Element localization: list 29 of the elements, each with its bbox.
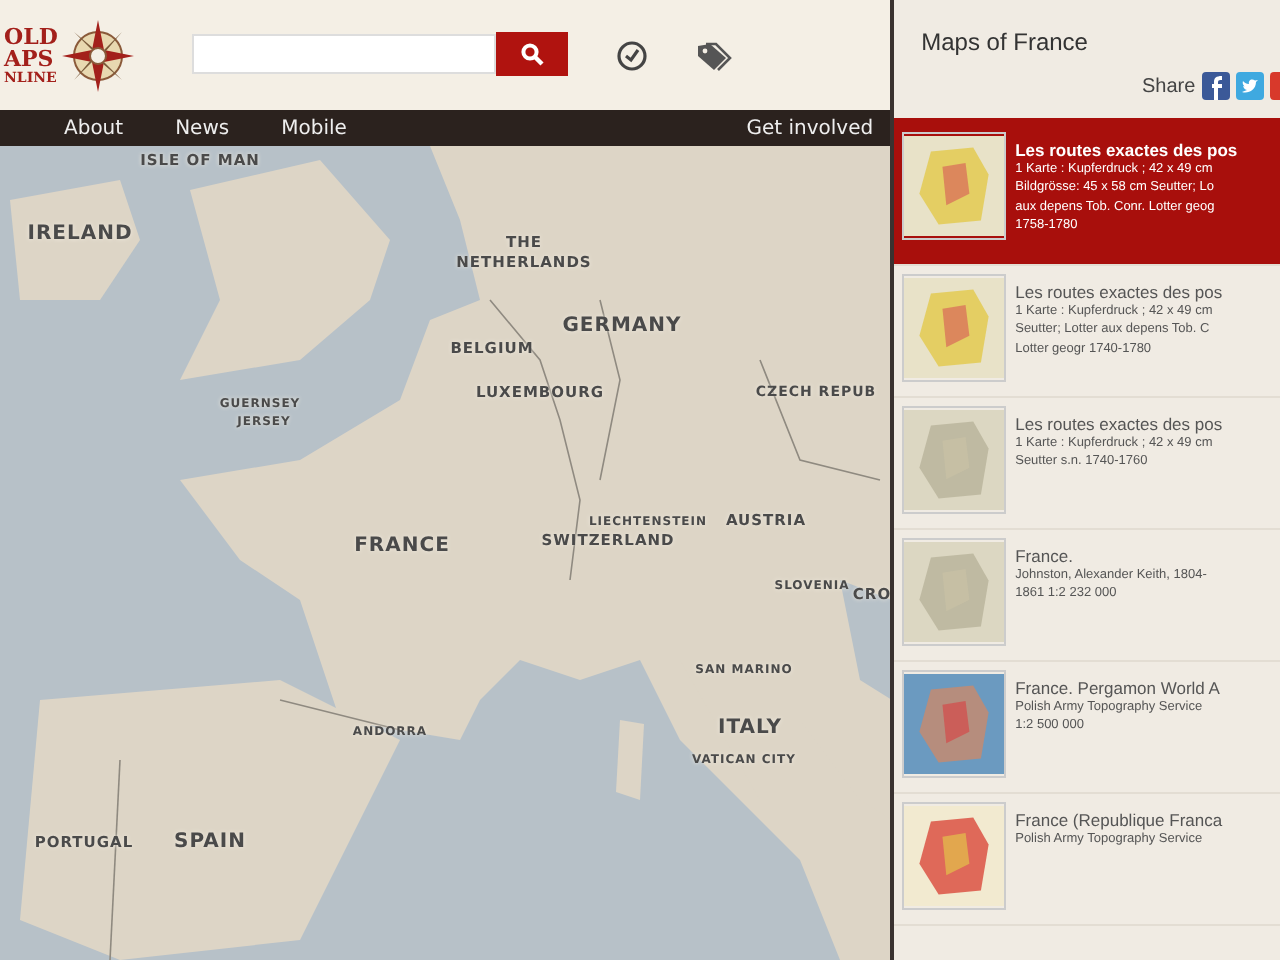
place-label: SPAIN bbox=[174, 831, 246, 853]
search-icon bbox=[520, 42, 544, 66]
map-thumbnail bbox=[901, 670, 1006, 778]
place-label: IRELAND bbox=[27, 223, 133, 245]
result-title: Les routes exactes des pos bbox=[1015, 282, 1223, 302]
map-thumbnail bbox=[901, 406, 1006, 514]
map-thumbnail bbox=[901, 538, 1006, 646]
sidebar-title: Maps of France bbox=[921, 28, 1090, 56]
search-button[interactable] bbox=[496, 32, 568, 76]
place-label: ITALY bbox=[717, 717, 783, 739]
tags-icon[interactable] bbox=[696, 39, 732, 71]
place-label: FRANCE bbox=[354, 535, 450, 557]
result-title: France. bbox=[1015, 546, 1075, 566]
result-title: France (Republique Franca bbox=[1015, 810, 1223, 830]
share-label: Share bbox=[1142, 75, 1196, 97]
clock-icon[interactable] bbox=[616, 39, 648, 71]
facebook-icon[interactable] bbox=[1201, 72, 1230, 100]
result-title: Les routes exactes des pos bbox=[1015, 140, 1238, 160]
nav-link[interactable]: Get involved bbox=[746, 117, 874, 139]
nav-link[interactable]: Mobile bbox=[281, 117, 347, 139]
map-thumbnail bbox=[901, 802, 1006, 910]
map-thumbnail bbox=[901, 132, 1006, 240]
result-title: Les routes exactes des pos bbox=[1015, 414, 1223, 434]
map-thumbnail bbox=[901, 274, 1006, 382]
place-label: GERMANY bbox=[562, 315, 682, 337]
nav-link[interactable]: About bbox=[64, 117, 124, 139]
result-title: France. Pergamon World A bbox=[1015, 678, 1220, 698]
nav-link[interactable]: News bbox=[175, 117, 230, 139]
search-field[interactable] bbox=[192, 34, 496, 74]
